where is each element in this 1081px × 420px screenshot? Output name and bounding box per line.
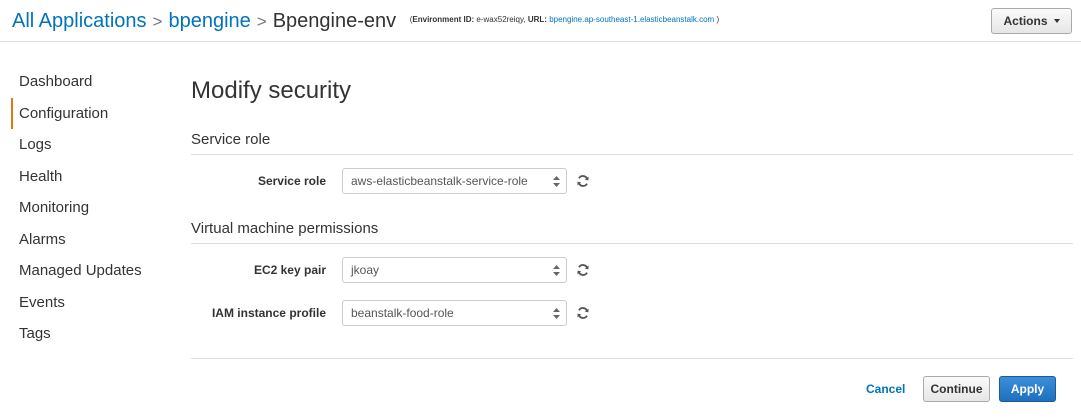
refresh-icon[interactable] — [576, 174, 590, 188]
sidebar-item-monitoring[interactable]: Monitoring — [11, 192, 161, 224]
apply-button[interactable]: Apply — [999, 376, 1056, 402]
sidebar-item-logs[interactable]: Logs — [11, 129, 161, 161]
section-divider — [191, 154, 1073, 155]
sidebar-item-managed-updates[interactable]: Managed Updates — [11, 255, 161, 287]
sidebar-item-alarms[interactable]: Alarms — [11, 224, 161, 256]
ec2-key-pair-value: jkoay — [351, 263, 380, 277]
service-role-select[interactable]: aws-elasticbeanstalk-service-role — [342, 168, 567, 194]
select-arrow-icon — [553, 176, 560, 187]
ec2-key-pair-label: EC2 key pair — [253, 263, 326, 277]
breadcrumb-all-applications[interactable]: All Applications — [12, 10, 147, 32]
refresh-icon[interactable] — [576, 306, 590, 320]
refresh-icon[interactable] — [576, 263, 590, 277]
iam-instance-profile-select[interactable]: beanstalk-food-role — [342, 300, 567, 326]
sidebar-item-dashboard[interactable]: Dashboard — [11, 66, 161, 98]
iam-instance-profile-label: IAM instance profile — [211, 306, 326, 320]
select-arrow-icon — [553, 308, 560, 319]
breadcrumb-separator: > — [152, 12, 163, 31]
section-title-vm-permissions: Virtual machine permissions — [191, 220, 379, 237]
sidebar-item-tags[interactable]: Tags — [11, 318, 161, 350]
main-content: Modify security Service role Service rol… — [191, 0, 1073, 420]
sidebar-nav: Dashboard Configuration Logs Health Moni… — [11, 66, 161, 350]
continue-button[interactable]: Continue — [923, 376, 990, 402]
iam-instance-profile-value: beanstalk-food-role — [351, 306, 454, 320]
sidebar-item-configuration[interactable]: Configuration — [11, 97, 161, 129]
service-role-label: Service role — [257, 174, 326, 188]
select-arrow-icon — [553, 265, 560, 276]
cancel-button[interactable]: Cancel — [866, 382, 905, 396]
section-divider — [191, 243, 1073, 244]
sidebar-item-events[interactable]: Events — [11, 287, 161, 319]
footer-divider — [191, 358, 1073, 359]
service-role-value: aws-elasticbeanstalk-service-role — [351, 174, 528, 188]
page-title: Modify security — [191, 77, 352, 104]
sidebar-item-health[interactable]: Health — [11, 161, 161, 193]
ec2-key-pair-select[interactable]: jkoay — [342, 257, 567, 283]
section-title-service-role: Service role — [191, 131, 271, 148]
